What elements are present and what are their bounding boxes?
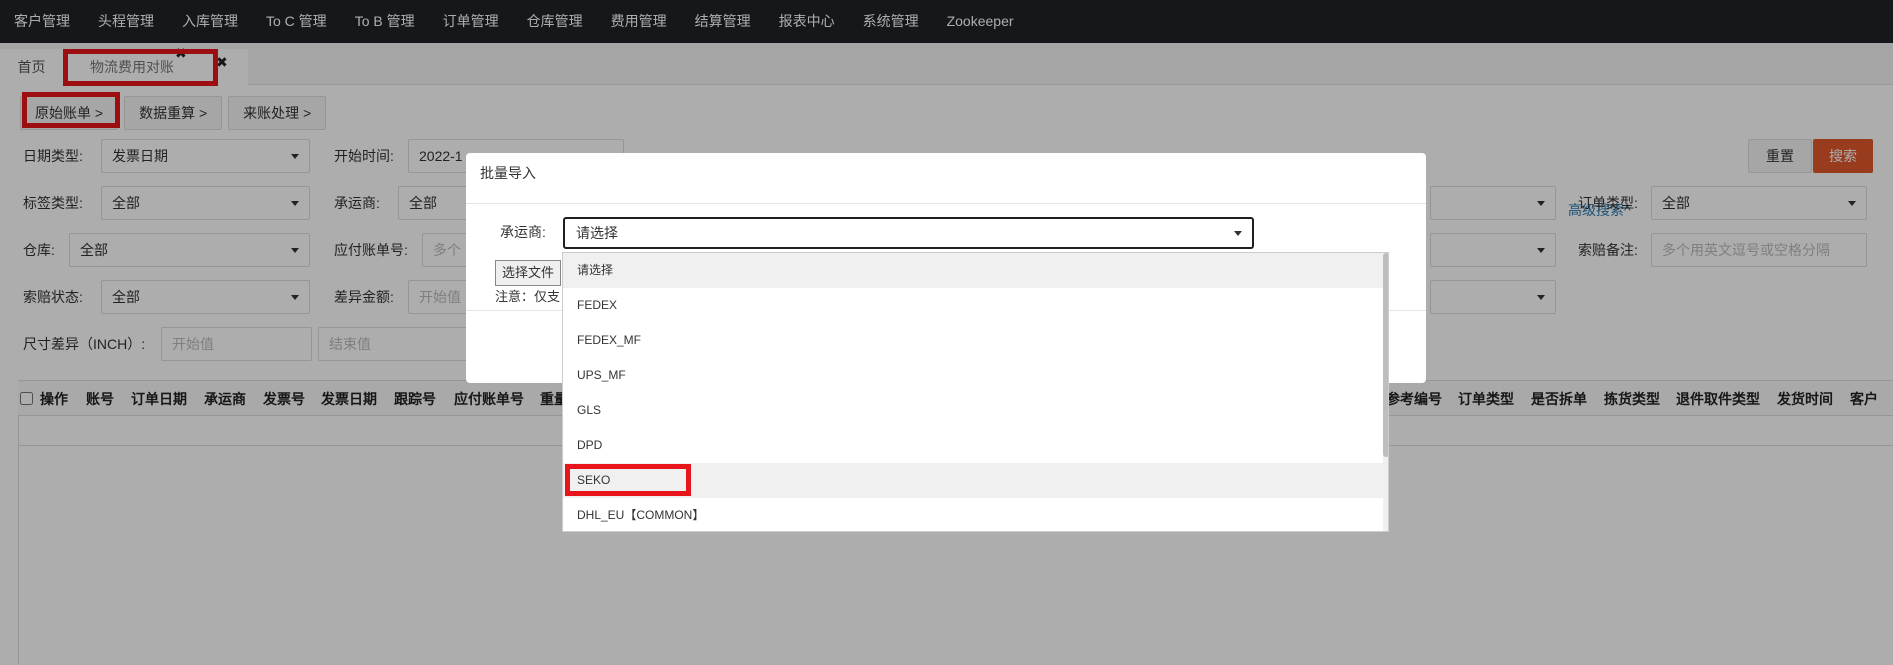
chevron-down-icon [1234, 231, 1242, 236]
modal-carrier-value: 请选择 [576, 225, 618, 241]
dropdown-scrollbar[interactable] [1383, 253, 1388, 531]
option-please-select[interactable]: 请选择 [563, 253, 1383, 288]
choose-file-button[interactable]: 选择文件 [495, 260, 562, 286]
option-fedex-mf[interactable]: FEDEX_MF [563, 323, 1383, 358]
option-seko[interactable]: SEKO [563, 463, 1383, 498]
scrollbar-thumb[interactable] [1383, 253, 1388, 457]
option-fedex[interactable]: FEDEX [563, 288, 1383, 323]
modal-carrier-label: 承运商: [500, 224, 546, 240]
divider [466, 203, 1426, 204]
modal-carrier-select[interactable]: 请选择 [563, 217, 1254, 249]
option-gls[interactable]: GLS [563, 393, 1383, 428]
modal-title: 批量导入 [480, 165, 536, 181]
option-dpd[interactable]: DPD [563, 428, 1383, 463]
carrier-dropdown-list: 请选择 FEDEX FEDEX_MF UPS_MF GLS DPD SEKO D… [562, 252, 1389, 532]
option-ups-mf[interactable]: UPS_MF [563, 358, 1383, 393]
import-note: 注意：仅支 [495, 289, 561, 304]
option-dhl-eu-common[interactable]: DHL_EU【COMMON】 [563, 498, 1383, 531]
